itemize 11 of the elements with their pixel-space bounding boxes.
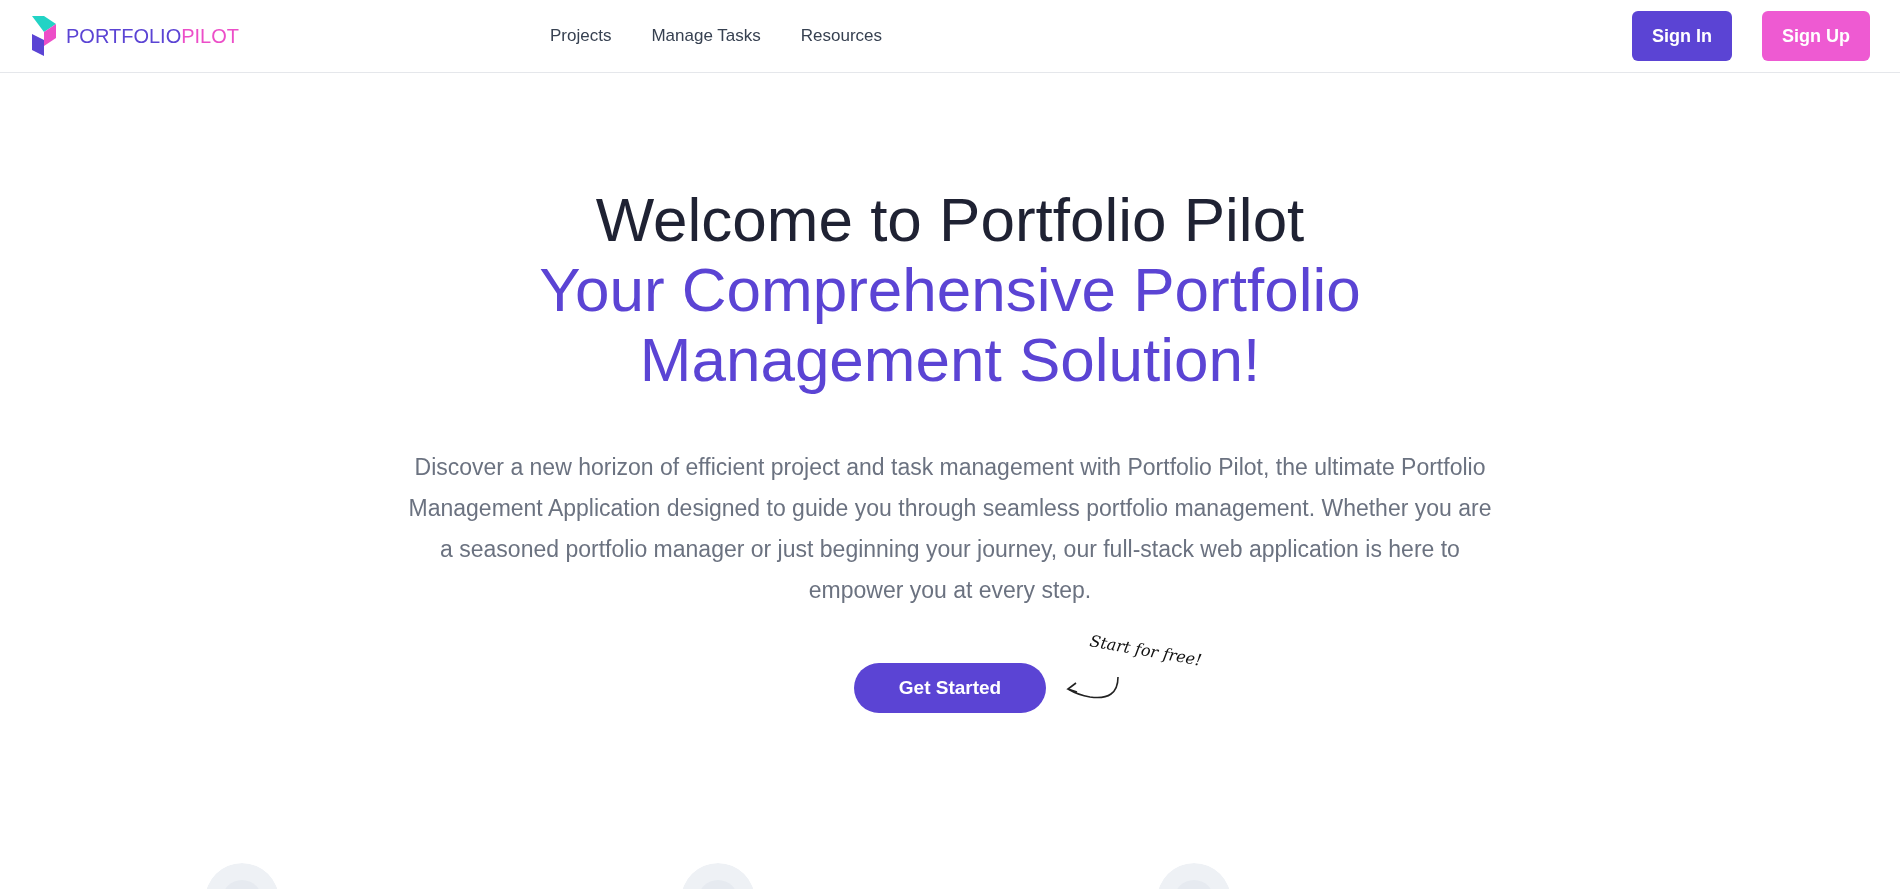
nav-link[interactable]: Manage Tasks [651,26,761,46]
logo-text[interactable]: PORTFOLIOPILOT [66,24,239,48]
hero-description: Discover a new horizon of efficient project and task management with Portfolio Pilot, the ultimate Portfolio Management Application designed to guide you through seamless portfolio management. Whether you are a seasoned portfolio manager or just beginning your journey, our full-stack web application is here to empower you at every step. [407,453,1493,605]
hero-subtitle: Your Comprehensive Portfolio Management Solution! [538,255,1362,395]
sign-in-button[interactable]: Sign In [1632,11,1732,61]
nav-link[interactable]: Resources [800,26,882,46]
start-for-free-note: Start for free! [1088,631,1204,670]
logo-icon [30,16,58,56]
nav-link[interactable]: Projects [550,26,612,46]
hero-title: Welcome to Portfolio Pilot [594,185,1306,255]
get-started-button[interactable]: Get Started [854,663,1046,713]
